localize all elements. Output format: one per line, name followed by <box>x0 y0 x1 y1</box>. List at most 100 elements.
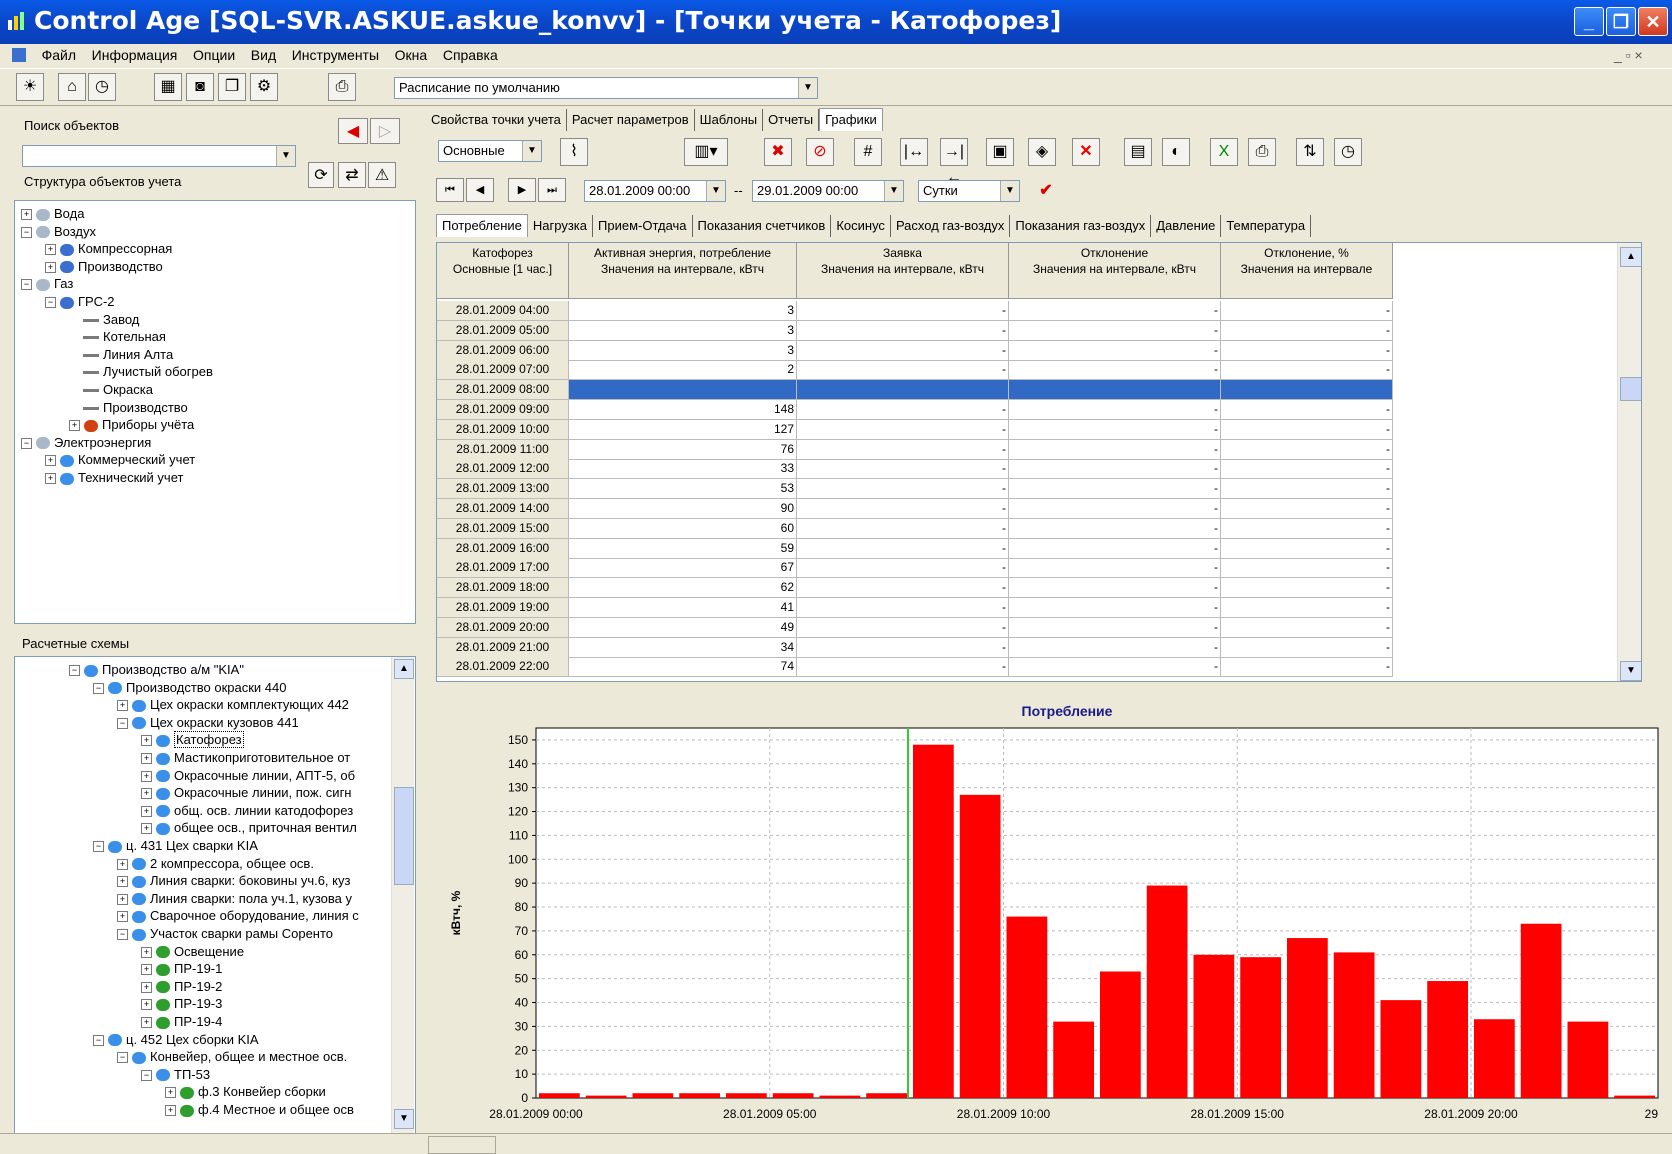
main-tab-1[interactable]: Расчет параметров <box>567 109 695 131</box>
tree-item[interactable]: − ц. 452 Цех сборки KIA <box>93 1031 259 1049</box>
schemes-tree[interactable]: − Производство а/м "KIA" − Производство окр… <box>14 656 416 1154</box>
table-row[interactable]: 28.01.2009 07:00 2- - - <box>437 360 1393 381</box>
scroll-up-icon[interactable]: ▲ <box>1620 247 1641 267</box>
expand-icon[interactable]: + <box>117 876 128 888</box>
tree-item[interactable]: + Вода <box>21 205 84 223</box>
tree-item[interactable]: + Окрасочные линии, пож. сигн <box>141 784 352 802</box>
first-icon[interactable]: ⏮ <box>436 178 464 202</box>
delete-icon[interactable]: ✖ <box>764 138 792 166</box>
chevron-down-icon[interactable]: ▼ <box>884 181 903 201</box>
period-select[interactable]: Сутки ▼ <box>918 180 1020 202</box>
data-grid[interactable]: ▲ ▼ Катофорез Основные [1 час.] Активная э… <box>436 242 1642 682</box>
sub-tab-8[interactable]: Температура <box>1221 215 1312 237</box>
tree-item[interactable]: − Участок сварки рамы Соренто <box>117 925 333 943</box>
table-icon[interactable]: ▦ <box>154 73 182 101</box>
date-from[interactable]: 28.01.2009 00:00 ▼ <box>584 180 726 202</box>
expand-icon[interactable]: + <box>45 455 56 467</box>
grid-scrollbar[interactable]: ▲ ▼ <box>1617 243 1641 681</box>
collapse-icon[interactable]: − <box>21 226 32 238</box>
link-icon[interactable]: ⇄ <box>338 162 366 188</box>
table-row[interactable]: 28.01.2009 12:00 33- - - <box>437 459 1393 480</box>
column-header[interactable]: Активная энергия, потребление Значения на… <box>569 243 797 299</box>
database-icon[interactable]: ◙ <box>186 73 214 101</box>
expand-icon[interactable]: + <box>141 946 152 958</box>
expand-icon[interactable]: + <box>45 244 56 256</box>
tree-item[interactable]: + Цех окраски комплектующих 442 <box>117 696 349 714</box>
sub-tab-0[interactable]: Потребление <box>436 214 528 237</box>
table-row[interactable]: 28.01.2009 09:00 148- - - <box>437 400 1393 420</box>
sub-tab-5[interactable]: Расход газ-воздух <box>891 215 1011 237</box>
tree-item[interactable]: + ПР-19-3 <box>141 995 222 1013</box>
stretch-icon[interactable]: |↔ <box>900 138 928 166</box>
print-icon[interactable]: ⎙ <box>328 73 356 101</box>
tree-item[interactable]: Линия Алта <box>69 346 173 364</box>
expand-icon[interactable]: + <box>141 981 152 993</box>
expand-icon[interactable]: + <box>141 1017 152 1029</box>
tree-item[interactable]: + ПР-19-1 <box>141 960 222 978</box>
sub-tab-3[interactable]: Показания счетчиков <box>693 215 832 237</box>
scroll-thumb[interactable] <box>1620 377 1641 401</box>
tree-item[interactable]: + Катофорез <box>141 731 244 749</box>
title-bar[interactable]: Control Age [SQL-SVR.ASKUE.askue_konvv] … <box>0 0 1672 44</box>
table-row[interactable]: 28.01.2009 13:00 53- - - <box>437 479 1393 500</box>
table-row[interactable]: 28.01.2009 16:00 59- - - <box>437 538 1393 559</box>
main-tab-0[interactable]: Свойства точки учета <box>426 109 567 131</box>
date-to[interactable]: 29.01.2009 00:00 ▼ <box>752 180 904 202</box>
line-chart-icon[interactable]: ⌇ <box>560 138 588 166</box>
expand-icon[interactable]: + <box>69 420 80 432</box>
tree-item[interactable]: + Окрасочные линии, АПТ-5, об <box>141 767 355 785</box>
table-row[interactable]: 28.01.2009 21:00 34- - - <box>437 637 1393 658</box>
main-tab-3[interactable]: Отчеты <box>763 109 820 131</box>
expand-icon[interactable]: + <box>141 770 152 782</box>
settings-icon[interactable]: ⚙ <box>250 73 278 101</box>
tree-item[interactable]: + Коммерческий учет <box>45 451 195 469</box>
chevron-down-icon[interactable]: ▼ <box>798 78 817 98</box>
tree-item[interactable]: Котельная <box>69 328 166 346</box>
menu-windows[interactable]: Окна <box>389 44 434 66</box>
tree-item[interactable]: − ТП-53 <box>141 1066 210 1084</box>
menu-help[interactable]: Справка <box>437 44 504 66</box>
tree-item[interactable]: + Компрессорная <box>45 240 172 258</box>
expand-icon[interactable]: + <box>165 1087 176 1099</box>
scroll-down-icon[interactable]: ▼ <box>1620 661 1641 681</box>
tree-item[interactable]: − Газ <box>21 275 73 293</box>
graph-icon[interactable]: ▤ <box>1124 138 1152 166</box>
expand-icon[interactable]: + <box>21 209 32 221</box>
expand-icon[interactable]: + <box>141 753 152 765</box>
excel-icon[interactable]: X <box>1210 138 1238 166</box>
tree-item[interactable]: Лучистый обогрев <box>69 363 213 381</box>
column-header[interactable]: Отклонение Значения на интервале, кВтч <box>1009 243 1221 299</box>
expand-icon[interactable]: + <box>141 735 152 747</box>
table-row[interactable]: 28.01.2009 14:00 90- - - <box>437 499 1393 519</box>
copy-icon[interactable]: ❐ <box>218 73 246 101</box>
collapse-icon[interactable]: − <box>141 1069 152 1081</box>
sub-tab-7[interactable]: Давление <box>1151 215 1222 237</box>
tree-item[interactable]: − Электроэнергия <box>21 434 151 452</box>
tree-item[interactable]: + Приборы учёта <box>69 416 194 434</box>
expand-icon[interactable]: + <box>141 805 152 817</box>
chevron-down-icon[interactable]: ▼ <box>276 146 295 166</box>
expand-icon[interactable]: + <box>45 261 56 273</box>
table-row[interactable]: 28.01.2009 22:00 74- - - <box>437 657 1393 678</box>
collapse-icon[interactable]: − <box>93 682 104 694</box>
tree-item[interactable]: Окраска <box>69 381 153 399</box>
eraser-icon[interactable]: ◈ <box>1028 138 1056 166</box>
column-header[interactable]: Отклонение, % Значения на интервале <box>1221 243 1393 299</box>
sub-tab-2[interactable]: Прием-Отдача <box>593 215 693 237</box>
table-row[interactable]: 28.01.2009 11:00 76- - - <box>437 439 1393 460</box>
table-row[interactable]: 28.01.2009 04:00 3- - - <box>437 301 1393 321</box>
collapse-icon[interactable]: − <box>93 1034 104 1046</box>
chevron-down-icon[interactable]: ▼ <box>706 181 725 201</box>
sub-tab-6[interactable]: Показания газ-воздух <box>1010 215 1152 237</box>
calendar-icon[interactable]: ◷ <box>1334 138 1362 166</box>
collapse-icon[interactable]: − <box>21 279 32 291</box>
sort-icon[interactable]: ⇅ <box>1296 138 1324 166</box>
printer-icon[interactable]: ⎙ <box>1248 138 1276 166</box>
main-tab-4[interactable]: Графики <box>819 108 883 131</box>
tree-item[interactable]: + ПР-19-2 <box>141 978 222 996</box>
collapse-icon[interactable]: − <box>117 929 128 941</box>
prev-icon[interactable]: ◀ <box>466 178 494 202</box>
expand-icon[interactable]: + <box>141 788 152 800</box>
table-row[interactable]: 28.01.2009 08:00 3- - - <box>437 380 1393 401</box>
table-row[interactable]: 28.01.2009 06:00 3- - - <box>437 340 1393 361</box>
